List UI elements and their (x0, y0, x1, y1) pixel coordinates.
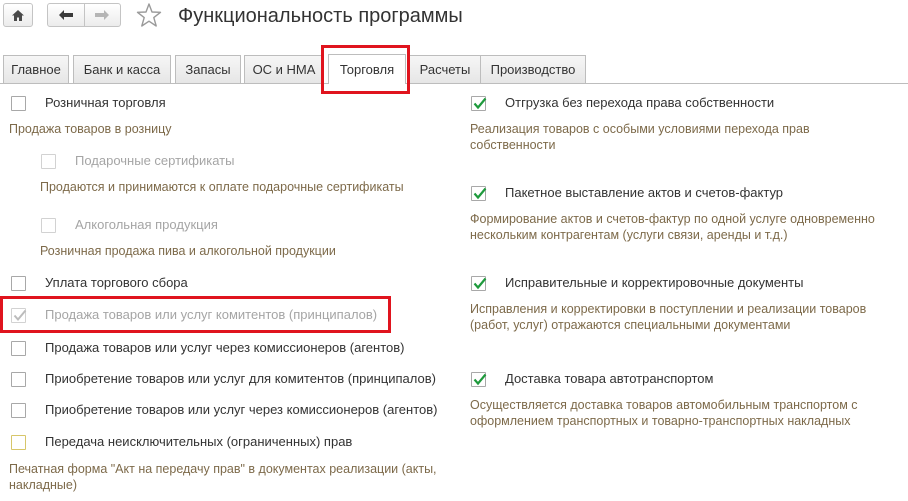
tab-production[interactable]: Производство (480, 55, 586, 83)
trade-fee-checkbox[interactable] (11, 276, 26, 291)
alcohol-description: Розничная продажа пива и алкогольной про… (40, 244, 336, 258)
rights-transfer-description-line1: Печатная форма "Акт на передачу прав" в … (9, 462, 437, 476)
alcohol-checkbox[interactable] (41, 218, 56, 233)
checkmark-icon (473, 97, 487, 110)
corrections-description-line1: Исправления и корректировки в поступлени… (470, 302, 867, 316)
delivery-description-line2: оформлением транспортных и товарно-транс… (470, 414, 851, 428)
rights-transfer-checkbox[interactable] (11, 435, 26, 450)
retail-label: Розничная торговля (45, 95, 166, 110)
retail-checkbox[interactable] (11, 96, 26, 111)
batch-invoicing-description-line2: нескольким контрагентам (услуги связи, а… (470, 228, 788, 242)
shipment-checkbox[interactable] (471, 96, 487, 111)
tab-inventory[interactable]: Запасы (175, 55, 241, 83)
corrections-label: Исправительные и корректировочные докуме… (505, 275, 804, 290)
trade-fee-label: Уплата торгового сбора (45, 275, 188, 290)
forward-button[interactable] (83, 4, 121, 26)
corrections-checkbox[interactable] (471, 276, 487, 291)
checkmark-icon (473, 277, 487, 290)
checkmark-icon (473, 187, 487, 200)
checkmark-icon (13, 309, 27, 322)
tabs-divider (0, 83, 908, 84)
tab-bank-cash[interactable]: Банк и касса (73, 55, 171, 83)
forward-arrow-icon (95, 10, 110, 20)
delivery-description-line1: Осуществляется доставка товаров автомоби… (470, 398, 858, 412)
shipment-description-line2: собственности (470, 138, 556, 152)
committent-purchase-label: Приобретение товаров или услуг для комит… (45, 371, 436, 386)
checkmark-icon (473, 373, 487, 386)
committent-sales-label: Продажа товаров или услуг комитентов (пр… (45, 307, 378, 322)
delivery-checkbox[interactable] (471, 372, 487, 387)
batch-invoicing-description-line1: Формирование актов и счетов-фактур по од… (470, 212, 875, 226)
star-icon[interactable] (136, 2, 162, 28)
gift-certificates-description: Продаются и принимаются к оплате подароч… (40, 180, 404, 194)
rights-transfer-description-line2: накладные) (9, 478, 78, 492)
agent-sales-checkbox[interactable] (11, 341, 26, 356)
agent-purchase-label: Приобретение товаров или услуг через ком… (45, 402, 438, 417)
committent-purchase-checkbox[interactable] (11, 372, 26, 387)
rights-transfer-label: Передача неисключительных (ограниченных)… (45, 434, 353, 449)
back-arrow-icon (58, 10, 73, 20)
delivery-label: Доставка товара автотранспортом (505, 371, 714, 386)
toolbar: Функциональность программы (0, 0, 908, 34)
back-button[interactable] (48, 4, 84, 26)
tab-trade[interactable]: Торговля (328, 54, 406, 84)
gift-certificates-label: Подарочные сертификаты (75, 153, 235, 168)
shipment-description-line1: Реализация товаров с особыми условиями п… (470, 122, 810, 136)
committent-sales-checkbox[interactable] (11, 308, 27, 323)
alcohol-label: Алкогольная продукция (75, 217, 218, 232)
tab-main[interactable]: Главное (3, 55, 69, 83)
corrections-description-line2: (работ, услуг) отражаются специальными д… (470, 318, 791, 332)
tab-settlements[interactable]: Расчеты (409, 55, 481, 83)
gift-certificates-checkbox[interactable] (41, 154, 56, 169)
tab-fixed-assets[interactable]: ОС и НМА (244, 55, 324, 83)
home-button[interactable] (3, 3, 33, 27)
navigation-buttons (47, 3, 121, 27)
home-icon (12, 9, 24, 21)
agent-sales-label: Продажа товаров или услуг через комиссио… (45, 340, 405, 355)
agent-purchase-checkbox[interactable] (11, 403, 26, 418)
shipment-label: Отгрузка без перехода права собственност… (505, 95, 775, 110)
batch-invoicing-checkbox[interactable] (471, 186, 487, 201)
page-title: Функциональность программы (178, 5, 463, 27)
batch-invoicing-label: Пакетное выставление актов и счетов-факт… (505, 185, 784, 200)
retail-description: Продажа товаров в розницу (9, 122, 172, 136)
